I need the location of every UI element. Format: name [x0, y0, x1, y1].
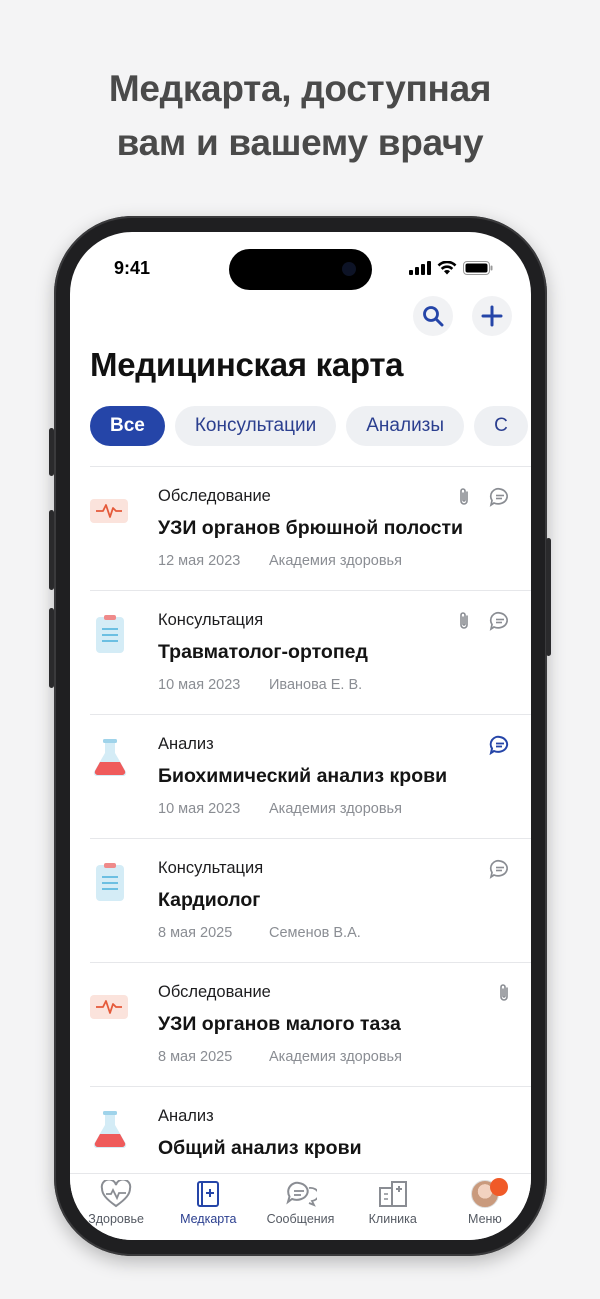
- cellular-signal-icon: [409, 261, 431, 275]
- record-source: Академия здоровья: [269, 553, 402, 569]
- flask-icon: [93, 1111, 127, 1149]
- phone-power-button: [546, 538, 551, 656]
- record-item[interactable]: Анализ Биохимический анализ крови 10 мая…: [90, 714, 531, 838]
- tab-menu[interactable]: Меню: [439, 1174, 531, 1240]
- comment-icon[interactable]: [489, 611, 511, 631]
- tab-label: Здоровье: [88, 1212, 144, 1226]
- wifi-icon: [437, 261, 457, 275]
- records-list: Обследование УЗИ органов брюшной полости…: [90, 466, 531, 1210]
- record-item[interactable]: Консультация Кардиолог 8 мая 2025 Семено…: [90, 838, 531, 962]
- search-icon: [423, 306, 444, 327]
- comment-icon[interactable]: [489, 859, 511, 879]
- record-title: УЗИ органов малого таза: [158, 1013, 401, 1035]
- record-category: Анализ: [158, 735, 214, 753]
- paperclip-icon[interactable]: [457, 487, 471, 507]
- record-item[interactable]: Консультация Травматолог-ортопед 10 мая …: [90, 590, 531, 714]
- record-source: Академия здоровья: [269, 1049, 402, 1065]
- comment-unread-icon[interactable]: [489, 735, 511, 755]
- tab-label: Сообщения: [266, 1212, 335, 1226]
- filter-chip-analyses[interactable]: Анализы: [346, 406, 465, 446]
- tab-messages[interactable]: Сообщения: [254, 1174, 346, 1240]
- record-title: УЗИ органов брюшной полости: [158, 517, 463, 539]
- tab-health[interactable]: Здоровье: [70, 1174, 162, 1240]
- record-source: Иванова Е. В.: [269, 677, 363, 693]
- record-title: Общий анализ крови: [158, 1137, 362, 1159]
- status-time: 9:41: [114, 258, 151, 278]
- record-category: Консультация: [158, 859, 264, 877]
- paperclip-icon[interactable]: [457, 611, 471, 631]
- tab-clinic[interactable]: Клиника: [347, 1174, 439, 1240]
- filter-chips: Все Консультации Анализы С: [90, 406, 528, 446]
- clipboard-icon: [96, 615, 124, 653]
- filter-chip-consultations[interactable]: Консультации: [174, 406, 337, 446]
- heart-pulse-icon: [100, 1180, 132, 1208]
- record-category: Консультация: [158, 611, 264, 629]
- phone-volume-up-button: [49, 510, 54, 590]
- record-date: 10 мая 2023: [158, 677, 241, 693]
- search-button[interactable]: [413, 296, 453, 336]
- battery-icon: [463, 261, 493, 275]
- status-icons: [409, 261, 493, 275]
- app-screen: 9:41 Медицинская карта Все Консультации …: [70, 232, 531, 1240]
- promo-headline: Медкарта, доступная вам и вашему врачу: [0, 62, 600, 170]
- dynamic-island: [229, 249, 372, 290]
- headline-line-1: Медкарта, доступная: [108, 68, 492, 109]
- filter-chip-more[interactable]: С: [474, 406, 528, 446]
- cardiogram-icon: [90, 995, 128, 1019]
- phone-volume-down-button: [49, 608, 54, 688]
- comment-icon[interactable]: [489, 487, 511, 507]
- plus-icon: [481, 305, 503, 327]
- medical-book-icon: [197, 1181, 220, 1207]
- filter-chip-all[interactable]: Все: [90, 406, 165, 446]
- add-record-button[interactable]: [472, 296, 512, 336]
- clipboard-icon: [96, 863, 124, 901]
- chat-icon: [285, 1181, 317, 1207]
- record-source: Семенов В.А.: [269, 925, 361, 941]
- paperclip-icon[interactable]: [497, 983, 511, 1003]
- record-title: Биохимический анализ крови: [158, 765, 448, 787]
- tab-medical-record[interactable]: Медкарта: [162, 1174, 254, 1240]
- record-date: 8 мая 2025: [158, 925, 233, 941]
- record-category: Обследование: [158, 487, 271, 505]
- record-date: 10 мая 2023: [158, 801, 241, 817]
- record-item[interactable]: Обследование УЗИ органов брюшной полости…: [90, 466, 531, 590]
- clinic-building-icon: [378, 1181, 407, 1207]
- record-category: Анализ: [158, 1107, 214, 1125]
- headline-line-2: вам и вашему врачу: [116, 122, 484, 163]
- phone-action-button: [49, 428, 54, 476]
- cardiogram-icon: [90, 499, 128, 523]
- flask-icon: [93, 739, 127, 777]
- record-category: Обследование: [158, 983, 271, 1001]
- page-title: Медицинская карта: [90, 346, 404, 383]
- record-date: 8 мая 2025: [158, 1049, 233, 1065]
- record-item[interactable]: Обследование УЗИ органов малого таза 8 м…: [90, 962, 531, 1086]
- notification-badge: [490, 1178, 509, 1196]
- tab-label: Медкарта: [180, 1212, 237, 1226]
- tab-label: Клиника: [368, 1212, 417, 1226]
- tab-label: Меню: [468, 1212, 502, 1226]
- record-title: Травматолог-ортопед: [158, 641, 368, 663]
- record-source: Академия здоровья: [269, 801, 402, 817]
- record-title: Кардиолог: [158, 889, 261, 911]
- record-date: 12 мая 2023: [158, 553, 241, 569]
- bottom-tab-bar: Здоровье Медкарта Сообщения Клиника Меню: [70, 1173, 531, 1240]
